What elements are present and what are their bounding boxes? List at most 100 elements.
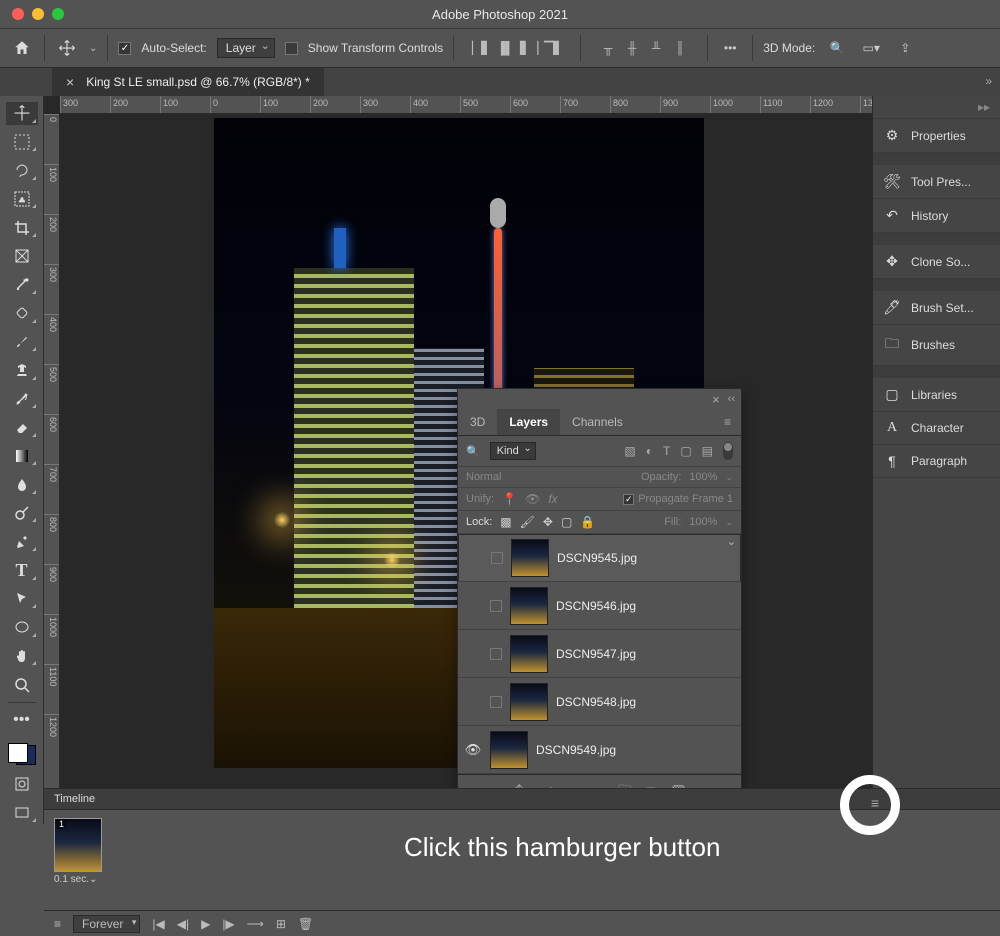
distribute-top-icon[interactable]: ╥	[597, 37, 619, 59]
spot-healing-tool[interactable]	[6, 302, 38, 325]
document-viewport[interactable]: 3002001000100200300400500600700800900100…	[44, 96, 872, 824]
lock-all-icon[interactable]: 🔒	[580, 515, 595, 529]
tween-button[interactable]: ⟶	[247, 917, 264, 931]
align-center-h-icon[interactable]: ▐▌	[494, 37, 516, 59]
filter-toggle[interactable]	[723, 442, 733, 460]
rectangular-marquee-tool[interactable]	[6, 131, 38, 154]
frame-tool[interactable]	[6, 245, 38, 268]
tool-dropdown-chevron-icon[interactable]: ⌄	[89, 43, 97, 54]
search-icon[interactable]: 🔍	[825, 36, 849, 60]
frame-duration[interactable]: 0.1 sec.⌄	[54, 872, 102, 885]
document-tab[interactable]: × King St LE small.psd @ 66.7% (RGB/8*) …	[52, 68, 324, 96]
unify-visibility-icon[interactable]: 👁	[525, 492, 540, 506]
panel-brush-settings[interactable]: 🖊Brush Set...	[873, 291, 1000, 325]
layer-thumbnail[interactable]	[511, 539, 549, 577]
layer-thumbnail[interactable]	[510, 587, 548, 625]
eraser-tool[interactable]	[6, 416, 38, 439]
pen-tool[interactable]	[6, 530, 38, 553]
layer-row[interactable]: 👁DSCN9549.jpg	[458, 726, 741, 774]
layer-thumbnail[interactable]	[510, 635, 548, 673]
gradient-tool[interactable]	[6, 445, 38, 468]
filter-shape-icon[interactable]: ▢	[680, 444, 691, 458]
vertical-ruler[interactable]: 0100200300400500600700800900100011001200	[44, 114, 60, 804]
layers-panel[interactable]: × ‹‹ 3D Layers Channels ≡ 🔍 Kind ▧ ◐ T ▢…	[457, 388, 742, 810]
filter-pixel-icon[interactable]: ▧	[624, 444, 635, 458]
lock-position-icon[interactable]: ✥	[543, 515, 553, 529]
home-button[interactable]	[10, 36, 34, 60]
type-tool[interactable]: T	[6, 559, 38, 582]
rectangle-tool[interactable]	[6, 616, 38, 639]
layer-name[interactable]: DSCN9546.jpg	[556, 599, 636, 613]
layer-name[interactable]: DSCN9545.jpg	[557, 551, 637, 565]
quick-mask-toggle[interactable]	[6, 773, 38, 796]
dodge-tool[interactable]	[6, 502, 38, 525]
panel-tool-presets[interactable]: 🛠Tool Pres...	[873, 165, 1000, 199]
path-selection-tool[interactable]	[6, 588, 38, 611]
workspace-switcher-icon[interactable]: ▭▾	[859, 36, 883, 60]
panel-character[interactable]: ACharacter	[873, 412, 1000, 445]
tab-3d[interactable]: 3D	[458, 409, 497, 435]
blur-tool[interactable]	[6, 473, 38, 496]
propagate-checkbox[interactable]: ✓	[623, 494, 634, 505]
delete-frame-button[interactable]: 🗑	[298, 917, 313, 931]
lock-transparency-icon[interactable]: ▩	[500, 515, 511, 529]
first-frame-button[interactable]: |◀	[152, 917, 164, 931]
frame-thumbnail[interactable]: 1	[54, 818, 102, 872]
panel-clone-source[interactable]: ✥Clone So...	[873, 245, 1000, 279]
layer-name[interactable]: DSCN9548.jpg	[556, 695, 636, 709]
filter-adjust-icon[interactable]: ◐	[646, 444, 653, 458]
layer-checkbox[interactable]	[490, 600, 502, 612]
expand-tabs-icon[interactable]: »	[985, 74, 992, 88]
crop-tool[interactable]	[6, 216, 38, 239]
unify-position-icon[interactable]: 📍	[502, 492, 517, 506]
align-right-icon[interactable]: ▋▕	[518, 37, 540, 59]
close-tab-icon[interactable]: ×	[66, 74, 74, 90]
more-options-icon[interactable]: •••	[718, 36, 742, 60]
tab-layers[interactable]: Layers	[497, 409, 560, 435]
opacity-value[interactable]: 100%	[689, 471, 717, 483]
play-button[interactable]: ▶	[201, 917, 210, 931]
collapse-panel-icon[interactable]: ‹‹	[728, 393, 735, 405]
panel-menu-icon[interactable]: ≡	[714, 409, 741, 435]
layer-visibility-toggle[interactable]: 👁	[464, 742, 482, 758]
distribute-vcenter-icon[interactable]: ╫	[621, 37, 643, 59]
fill-chevron-icon[interactable]: ⌄	[725, 517, 733, 528]
unify-style-icon[interactable]: fx	[548, 492, 557, 506]
auto-select-checkbox[interactable]: ✓	[118, 42, 131, 55]
layer-name[interactable]: DSCN9547.jpg	[556, 647, 636, 661]
history-brush-tool[interactable]	[6, 388, 38, 411]
panel-history[interactable]: ↶History	[873, 199, 1000, 233]
panel-brushes[interactable]: 🗀Brushes	[873, 325, 1000, 366]
fill-value[interactable]: 100%	[689, 516, 717, 528]
timeline-frame[interactable]: 1 0.1 sec.⌄	[54, 818, 102, 885]
layer-thumbnail[interactable]	[490, 731, 528, 769]
layer-row[interactable]: DSCN9546.jpg	[458, 582, 741, 630]
zoom-tool[interactable]	[6, 673, 38, 696]
panel-properties[interactable]: ⚙Properties	[873, 119, 1000, 153]
next-frame-button[interactable]: |▶	[222, 917, 234, 931]
move-tool-icon[interactable]	[55, 36, 79, 60]
prev-frame-button[interactable]: ◀|	[177, 917, 189, 931]
foreground-color[interactable]	[8, 743, 28, 763]
lock-artboard-icon[interactable]: ▢	[561, 515, 572, 529]
object-selection-tool[interactable]	[6, 188, 38, 211]
zoom-window-button[interactable]	[52, 8, 64, 20]
close-window-button[interactable]	[12, 8, 24, 20]
duplicate-frame-button[interactable]: ⊞	[276, 917, 286, 931]
lock-pixels-icon[interactable]: 🖌	[520, 515, 535, 529]
brush-tool[interactable]	[6, 331, 38, 354]
screen-mode-toggle[interactable]	[6, 802, 38, 825]
close-panel-icon[interactable]: ×	[712, 392, 720, 407]
layer-row[interactable]: DSCN9545.jpg	[458, 534, 741, 582]
filter-smart-icon[interactable]: ▤	[702, 444, 713, 458]
window-controls[interactable]	[0, 8, 64, 20]
filter-kind-select[interactable]: Kind	[490, 442, 536, 460]
distribute-bottom-icon[interactable]: ╨	[645, 37, 667, 59]
show-transform-checkbox[interactable]	[285, 42, 298, 55]
minimize-window-button[interactable]	[32, 8, 44, 20]
loop-select[interactable]: Forever	[73, 915, 140, 933]
distribute-h-icon[interactable]: ║	[669, 37, 691, 59]
tab-channels[interactable]: Channels	[560, 409, 635, 435]
panel-libraries[interactable]: ▢Libraries	[873, 378, 1000, 412]
horizontal-ruler[interactable]: 3002001000100200300400500600700800900100…	[60, 96, 872, 114]
